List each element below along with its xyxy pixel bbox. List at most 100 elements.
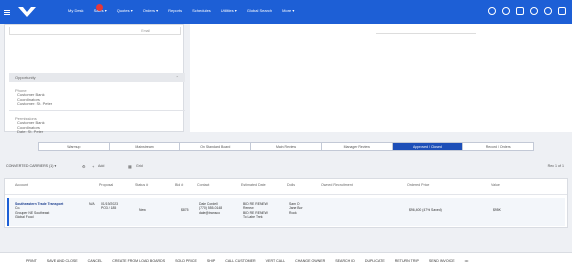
- nav-my-desk[interactable]: My Desk: [68, 8, 84, 13]
- detail-field[interactable]: [376, 26, 476, 34]
- tab-approved-closed[interactable]: Approved / Closed: [392, 143, 464, 150]
- filter-block: Permissions Customer Bank Coordinators D…: [9, 113, 185, 134]
- grid-label[interactable]: Grid: [136, 164, 143, 168]
- settings-icon[interactable]: ⚙: [82, 164, 86, 169]
- filter-panel: Email Opportunity ⌃ Phone Customer Bank …: [4, 24, 185, 134]
- col-header[interactable]: Ordered Price: [407, 183, 429, 187]
- col-header[interactable]: Owned Recruitment: [321, 183, 353, 187]
- vert-call-button[interactable]: VERT CALL: [266, 259, 285, 263]
- user-icon[interactable]: [530, 7, 538, 15]
- cancel-button[interactable]: CANCEL: [88, 259, 103, 263]
- filter-block: Phone Customer Bank Coordinators Custome…: [9, 85, 185, 111]
- proposal-date: 01/19/2023: [101, 202, 118, 206]
- col-header[interactable]: Dolls: [287, 183, 295, 187]
- cell-bid: $875: [181, 208, 189, 212]
- call-customer-button[interactable]: CALL CUSTOMER: [225, 259, 255, 263]
- col-header[interactable]: Value: [491, 183, 500, 187]
- detail-panel: [190, 24, 572, 132]
- hamburger-icon[interactable]: [4, 9, 10, 15]
- nav-quotes[interactable]: Quotes ▾: [117, 8, 133, 13]
- cell-ordered-price: $96,400 (47% Saved): [409, 208, 442, 212]
- account-line: Global Food: [15, 215, 34, 220]
- opportunity-table: Account Proposal Status # Bid # Contact …: [4, 178, 568, 228]
- top-navigation-bar: My Desk Sales ▾ Quotes ▾ Orders ▾ Report…: [0, 0, 572, 24]
- cell-dolls: Sam O Jane Bor Rock: [289, 202, 303, 215]
- proposal-id: PO3 / 185: [101, 206, 117, 211]
- nav-global-search[interactable]: Global Search: [247, 8, 272, 13]
- dolls-line: Sam O: [289, 202, 300, 206]
- menu-icon[interactable]: [558, 7, 566, 15]
- tab-standard-board[interactable]: On Standard Board: [180, 143, 252, 150]
- more-actions-button[interactable]: •••: [465, 259, 469, 263]
- phone-icon[interactable]: [544, 7, 552, 15]
- check-icon[interactable]: [488, 7, 496, 15]
- nav-more[interactable]: More ▾: [282, 8, 294, 13]
- account-line: Co.: [15, 206, 21, 211]
- cell-contact: Dale Cordell (770) 555-0148 dale@transco: [199, 202, 222, 215]
- col-header[interactable]: Account: [15, 183, 28, 187]
- stage-tabs: Warmup Mainstream On Standard Board Main…: [38, 142, 534, 151]
- ship-button[interactable]: SHIP: [207, 259, 215, 263]
- account-line: Grouper NE Southeast: [15, 210, 50, 215]
- tab-main-review[interactable]: Main Review: [251, 143, 322, 150]
- cell-status: New: [139, 208, 146, 212]
- table-row[interactable]: Southeastern Trade Transport Co. Grouper…: [7, 198, 565, 226]
- create-from-load-boards-button[interactable]: CREATE FROM LOAD BOARDS: [112, 259, 165, 263]
- topbar-actions: [488, 7, 566, 15]
- change-owner-button[interactable]: CHANGE OWNER: [295, 259, 325, 263]
- chat-icon[interactable]: [516, 7, 524, 15]
- tab-record-orders[interactable]: Record / Orders: [463, 143, 533, 150]
- nav-orders[interactable]: Orders ▾: [143, 8, 158, 13]
- contact-email: dale@transco: [199, 210, 220, 215]
- cell-flag: N/A: [89, 202, 95, 206]
- chevron-up-icon[interactable]: ⌃: [176, 75, 179, 80]
- sold-price-button[interactable]: SOLD PRICE: [175, 259, 197, 263]
- help-icon[interactable]: [502, 7, 510, 15]
- dolls-line: Rock: [289, 210, 297, 215]
- save-and-close-button[interactable]: SAVE AND CLOSE: [47, 259, 78, 263]
- block-line: Customer: St. Peter: [17, 101, 53, 106]
- col-header[interactable]: Bid #: [175, 183, 183, 187]
- cell-value: $95K: [493, 208, 501, 212]
- add-icon[interactable]: +: [92, 164, 94, 169]
- estimated-line: To Labe Trek: [243, 215, 263, 220]
- col-header[interactable]: Estimated Date: [241, 183, 266, 187]
- print-button[interactable]: PRINT: [26, 259, 37, 263]
- block-line: Date: St. Peter: [17, 129, 44, 134]
- cell-estimated: BID RE RENEW Renew BID RE RENEW To Labe …: [243, 202, 268, 220]
- dolls-line: Jane Bor: [289, 206, 303, 211]
- cell-account[interactable]: Southeastern Trade Transport Co. Grouper…: [15, 202, 85, 220]
- return-trip-button[interactable]: RETURN TRIP: [395, 259, 419, 263]
- filter-select-value: Email: [141, 29, 150, 33]
- section-title: Opportunity: [15, 75, 36, 80]
- tab-warmup[interactable]: Warmup: [39, 143, 110, 150]
- tab-mainstream[interactable]: Mainstream: [110, 143, 181, 150]
- brand-logo-icon: [18, 7, 36, 17]
- estimated-line: BID RE RENEW: [243, 210, 268, 215]
- contact-phone: (770) 555-0148: [199, 206, 223, 211]
- col-header[interactable]: Contact: [197, 183, 209, 187]
- record-count: Rec 1 of 1: [547, 164, 564, 168]
- app-logo[interactable]: [4, 4, 40, 20]
- notification-badge: [96, 4, 103, 11]
- estimated-line: Renew: [243, 206, 254, 211]
- action-bar: PRINT SAVE AND CLOSE CANCEL CREATE FROM …: [0, 252, 572, 268]
- grid-icon[interactable]: ▦: [128, 164, 132, 169]
- nav-utilities[interactable]: Utilities ▾: [221, 8, 237, 13]
- filter-select[interactable]: Email: [9, 27, 181, 35]
- section-header[interactable]: Opportunity ⌃: [9, 73, 185, 82]
- nav-reports[interactable]: Reports: [168, 8, 182, 13]
- search-id-button[interactable]: SEARCH ID: [335, 259, 355, 263]
- duplicate-button[interactable]: DUPLICATE: [365, 259, 385, 263]
- estimated-line: BID RE RENEW: [243, 202, 268, 206]
- table-header: Account Proposal Status # Bid # Contact …: [5, 179, 567, 195]
- nav-schedules[interactable]: Schedules: [192, 8, 211, 13]
- account-name[interactable]: Southeastern Trade Transport: [15, 202, 63, 206]
- add-label[interactable]: Add: [98, 164, 104, 168]
- send-invoice-button[interactable]: SEND INVOICE: [429, 259, 455, 263]
- col-header[interactable]: Status #: [135, 183, 148, 187]
- col-header[interactable]: Proposal: [99, 183, 113, 187]
- grid-toolbar: CONVERTED CARRIERS (1) ▾ ⚙ + Add ▦ Grid …: [4, 162, 568, 172]
- view-dropdown[interactable]: CONVERTED CARRIERS (1) ▾: [6, 164, 56, 168]
- tab-manager-review[interactable]: Manager Review: [322, 143, 393, 150]
